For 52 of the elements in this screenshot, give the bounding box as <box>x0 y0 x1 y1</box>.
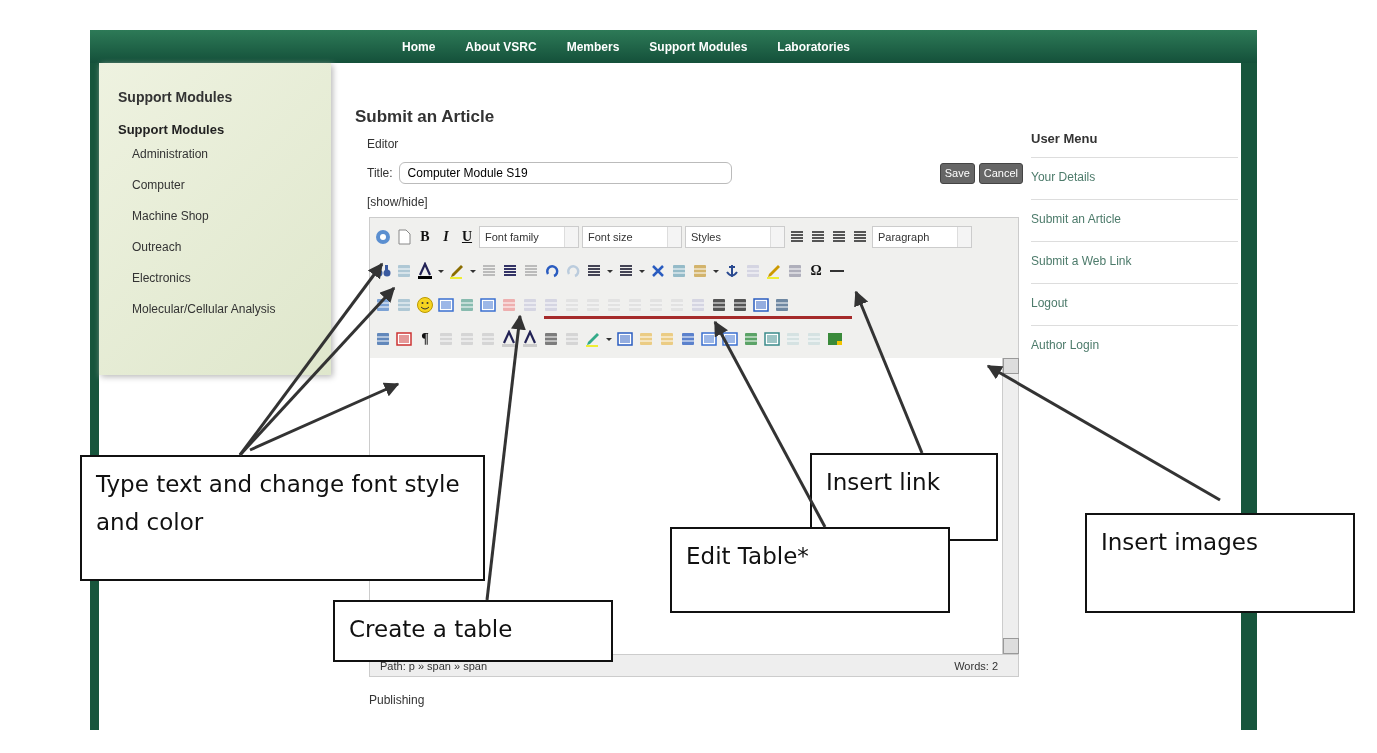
format-button[interactable]: B <box>416 228 434 247</box>
dropdown-select[interactable]: Font family <box>479 226 579 249</box>
nav-link[interactable]: Home <box>387 37 451 56</box>
section-label: Publishing <box>369 692 426 710</box>
title-input-field[interactable]: Computer Module S19 <box>398 162 732 185</box>
menu-link[interactable]: Logout <box>1031 282 1238 325</box>
sidebar-link[interactable]: Outreach <box>132 238 331 257</box>
sidebar-link[interactable]: Administration <box>132 145 331 164</box>
brush-icon[interactable] <box>765 262 783 281</box>
help-icon[interactable] <box>374 228 392 247</box>
menu-link[interactable]: Submit an Article <box>1031 198 1238 241</box>
format-button[interactable]: Ω <box>807 262 825 281</box>
fullscreen-icon[interactable] <box>752 296 770 315</box>
text-color-icon[interactable] <box>416 262 434 281</box>
scroll-up-button[interactable] <box>1003 358 1019 375</box>
field-label: Title: <box>367 165 393 183</box>
smiley-icon[interactable] <box>416 296 434 315</box>
dropdown-select[interactable]: Styles <box>685 226 785 249</box>
sidebar-link[interactable]: Computer <box>132 176 331 195</box>
scrollbar[interactable] <box>1002 358 1018 655</box>
menu-link[interactable]: Author Login <box>1031 324 1238 367</box>
document-icon[interactable] <box>395 228 413 247</box>
show-hide-link[interactable]: [show/hide] <box>367 193 1023 212</box>
nav-link[interactable]: Members <box>551 37 635 56</box>
nav-link[interactable]: About VSRC <box>450 37 552 56</box>
dropdown-select[interactable]: Paragraph <box>872 226 972 249</box>
format-button[interactable]: ¶ <box>416 330 434 349</box>
save-button[interactable]: Save <box>939 162 975 184</box>
nav-link[interactable]: Support Modules <box>634 37 763 56</box>
sidebar-group-heading: Support Modules <box>118 120 226 139</box>
format-button[interactable]: U <box>458 228 476 247</box>
callout-box: Create a table <box>333 600 613 662</box>
sidebar-link[interactable]: Machine Shop <box>132 207 331 226</box>
sidebar-link[interactable]: Molecular/Cellular Analysis <box>132 300 331 319</box>
table-icon[interactable] <box>479 296 497 315</box>
callout-box: Type text and change font style and color <box>80 455 485 581</box>
nav-link[interactable]: Laboratories <box>762 37 866 56</box>
dropdown-select[interactable]: Font size <box>582 226 682 249</box>
section-label: Editor <box>367 136 400 154</box>
menu-title: User Menu <box>1031 131 1099 147</box>
highlight-icon[interactable] <box>448 262 466 281</box>
callout-box: Insert images <box>1085 513 1355 613</box>
word-count: Words: 2 <box>954 658 998 674</box>
format-button[interactable]: I <box>437 228 455 247</box>
menu-link[interactable]: Your Details <box>1031 156 1238 199</box>
cancel-button[interactable]: Cancel <box>978 162 1023 184</box>
scroll-down-button[interactable] <box>1003 638 1019 655</box>
sidebar-title: Support Modules <box>118 89 234 106</box>
page-heading: Submit an Article <box>355 107 496 128</box>
sidebar-link[interactable]: Electronics <box>132 269 331 288</box>
callout-box: Edit Table* <box>670 527 950 613</box>
menu-link[interactable]: Submit a Web Link <box>1031 240 1238 283</box>
